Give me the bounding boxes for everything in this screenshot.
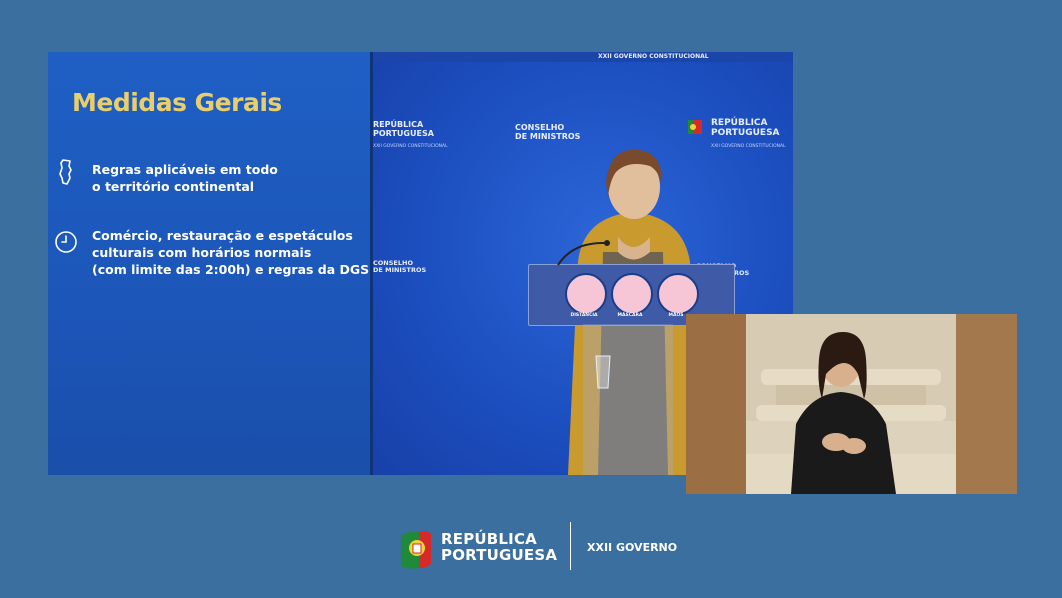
sign-language-interpreter-video xyxy=(686,314,1017,494)
mask-icon xyxy=(611,273,653,315)
lectern-base xyxy=(583,324,673,475)
hands-icon xyxy=(657,273,699,315)
list-item: Comércio, restauração e espetáculos cult… xyxy=(92,228,370,277)
microphone-icon xyxy=(557,240,610,266)
backdrop-lower-conselho-left: CONSELHO DE MINISTROS xyxy=(373,259,427,274)
water-glass-icon xyxy=(595,355,611,389)
backdrop-republica: REPÚBLICA PORTUGUESA xyxy=(711,118,780,138)
backdrop-republica-partial: REPÚBLICA PORTUGUESA xyxy=(373,120,434,138)
list-item: Regras aplicáveis em todo o território c… xyxy=(92,162,278,194)
video-stage: Medidas Gerais Regras aplicáveis em todo… xyxy=(48,52,793,475)
footer-divider xyxy=(570,522,571,570)
sign-label: DISTÂNCIA xyxy=(570,313,598,318)
presentation-slide: Medidas Gerais Regras aplicáveis em todo… xyxy=(48,52,373,475)
backdrop-subtitle: XXII GOVERNO CONSTITUCIONAL xyxy=(711,144,786,149)
footer-republica-portuguesa: REPÚBLICA PORTUGUESA xyxy=(441,530,558,564)
top-stripe xyxy=(373,52,793,62)
portugal-map-icon xyxy=(59,159,72,185)
distance-icon xyxy=(565,273,607,315)
slide-title: Medidas Gerais xyxy=(72,88,282,117)
interpreter-scene xyxy=(686,314,1017,494)
clock-icon xyxy=(55,231,77,253)
backdrop-top-label: XXII GOVERNO CONSTITUCIONAL xyxy=(598,53,709,60)
backdrop-partial-sub: XXII GOVERNO CONSTITUCIONAL xyxy=(373,144,448,149)
republica-portuguesa-logo-icon xyxy=(401,531,431,569)
backdrop-conselho: CONSELHO DE MINISTROS xyxy=(515,123,581,141)
sign-label: MÁSCARA xyxy=(617,313,643,318)
footer-government: XXII GOVERNO xyxy=(587,541,678,554)
republica-logo-icon xyxy=(688,120,702,134)
